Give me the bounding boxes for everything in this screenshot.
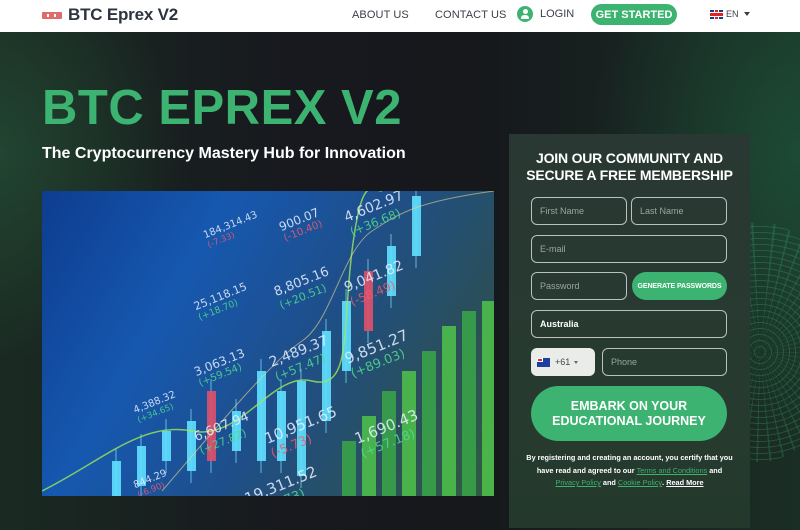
uk-flag-icon	[710, 9, 723, 19]
read-more-link[interactable]: Read More	[666, 478, 703, 487]
phone-country-code-select[interactable]: +61	[531, 348, 595, 376]
candle-body	[412, 196, 421, 256]
phone-code-value: +61	[555, 357, 571, 367]
volume-bar	[342, 441, 356, 496]
chevron-down-icon	[574, 360, 579, 364]
australia-flag-icon	[537, 357, 550, 367]
volume-bar	[422, 351, 436, 496]
legal-text: and	[600, 478, 618, 487]
top-nav-bar: BTC Eprex V2 ABOUT US CONTACT US LOGIN G…	[0, 0, 800, 32]
logo-icon[interactable]	[42, 12, 62, 19]
hero-title: BTC EPREX V2	[42, 81, 402, 135]
candle-body	[257, 371, 266, 461]
language-selector[interactable]: EN	[710, 9, 750, 19]
stock-chart-image: 184,314.43 (-7.33) 900.07 (-10.40) 4,602.97(…	[42, 191, 494, 496]
country-select[interactable]: Australia	[531, 310, 727, 338]
chevron-down-icon	[743, 12, 750, 16]
candlestick-graphic	[42, 191, 494, 496]
privacy-link[interactable]: Privacy Policy	[555, 478, 600, 487]
legal-text: and	[707, 465, 723, 475]
form-title-line2: SECURE A FREE MEMBERSHIP	[526, 167, 733, 183]
submit-button[interactable]: EMBARK ON YOUR EDUCATIONAL JOURNEY	[531, 386, 727, 441]
form-title: JOIN OUR COMMUNITY AND SECURE A FREE MEM…	[509, 150, 750, 184]
phone-input[interactable]	[602, 348, 727, 376]
submit-label-line2: EDUCATIONAL JOURNEY	[552, 413, 706, 428]
last-name-input[interactable]	[631, 197, 727, 225]
hero-subtitle: The Cryptocurrency Mastery Hub for Innov…	[42, 145, 406, 162]
volume-bar	[482, 301, 494, 496]
get-started-button[interactable]: GET STARTED	[591, 4, 677, 25]
legal-disclaimer: By registering and creating an account, …	[523, 452, 736, 490]
candle-body	[162, 431, 171, 461]
volume-bar	[442, 326, 456, 496]
password-input[interactable]	[531, 272, 627, 300]
login-link[interactable]: LOGIN	[517, 6, 574, 22]
logo-text[interactable]: BTC Eprex V2	[68, 5, 178, 25]
hero-section: BTC EPREX V2 The Cryptocurrency Mastery …	[0, 32, 800, 530]
volume-bar	[462, 311, 476, 496]
cookie-link[interactable]: Cookie Policy	[618, 478, 662, 487]
terms-link[interactable]: Terms and Conditions	[637, 466, 708, 475]
first-name-input[interactable]	[531, 197, 627, 225]
form-title-line1: JOIN OUR COMMUNITY AND	[536, 150, 723, 166]
candle-body	[112, 461, 121, 496]
candle-body	[187, 421, 196, 471]
language-label: EN	[726, 9, 739, 19]
nav-about-us[interactable]: ABOUT US	[352, 9, 409, 21]
submit-label-line1: EMBARK ON YOUR	[570, 398, 688, 413]
signup-form: JOIN OUR COMMUNITY AND SECURE A FREE MEM…	[509, 134, 750, 528]
login-label: LOGIN	[540, 8, 575, 20]
nav-contact-us[interactable]: CONTACT US	[435, 9, 507, 21]
user-icon	[517, 6, 533, 22]
email-input[interactable]	[531, 235, 727, 263]
generate-passwords-button[interactable]: GENERATE PASSWORDS	[632, 272, 727, 300]
